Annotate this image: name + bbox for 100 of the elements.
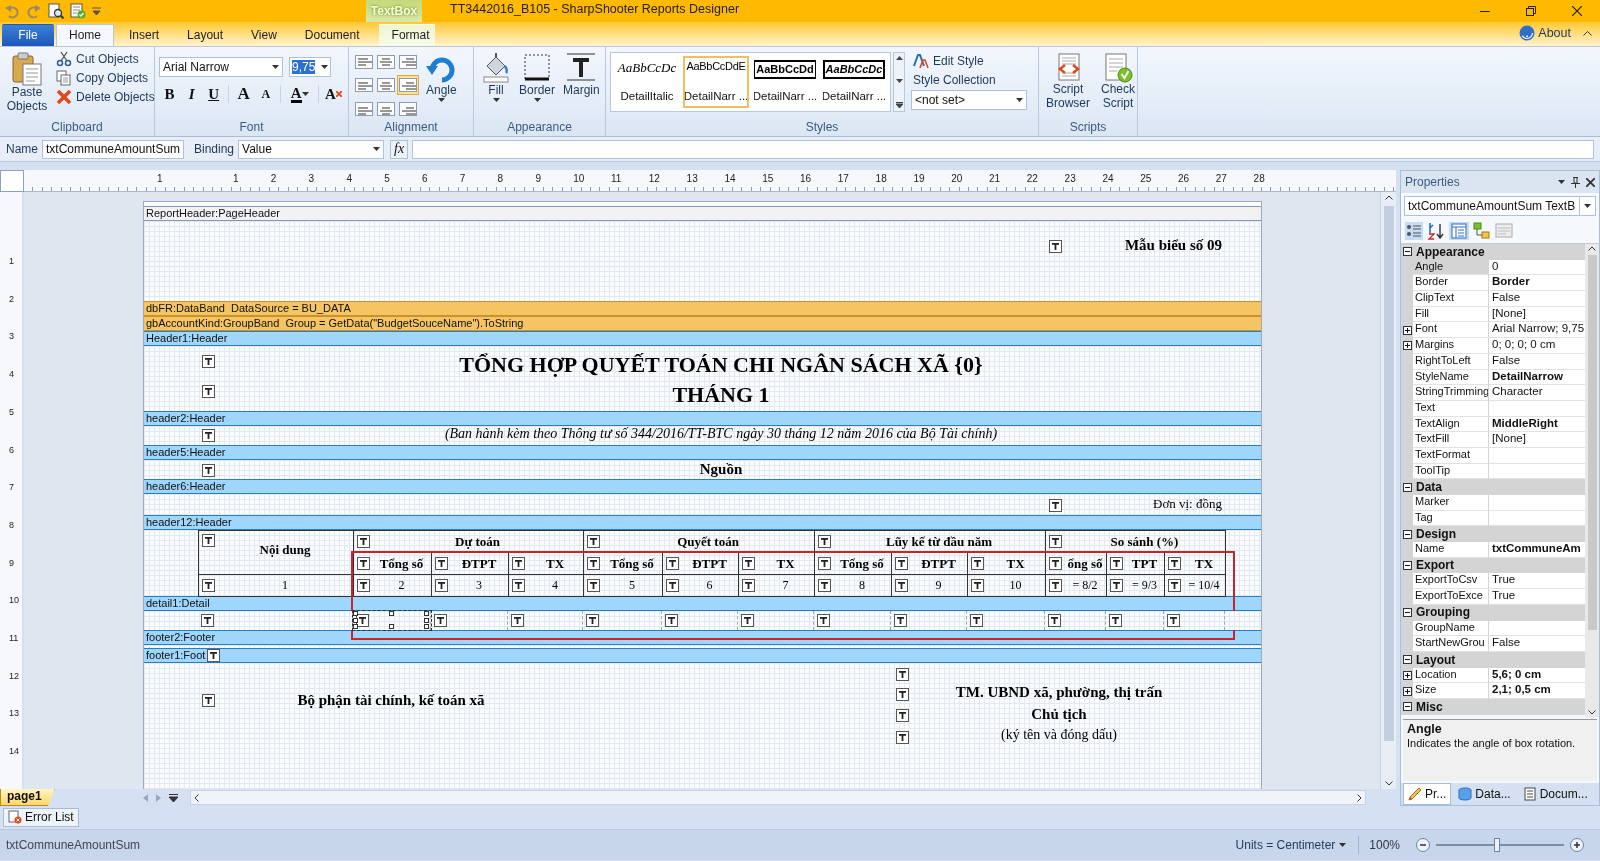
italic-button[interactable]: I <box>181 83 203 105</box>
ribbon-tab[interactable]: Document <box>291 23 373 46</box>
check-script-button[interactable]: Check Script <box>1093 50 1143 120</box>
align-button[interactable] <box>397 52 419 72</box>
property-value[interactable]: [None] <box>1489 432 1585 448</box>
formula-field[interactable] <box>412 139 1594 159</box>
detail-field[interactable] <box>353 611 431 630</box>
error-list-tab[interactable]: Error List <box>3 808 79 827</box>
ribbon-tab[interactable]: View <box>238 23 290 46</box>
collapse-icon[interactable] <box>1403 529 1412 539</box>
zoom-slider[interactable] <box>1436 840 1564 850</box>
font-size-field[interactable]: 9,75 <box>289 57 331 77</box>
binding-dropdown[interactable]: Value <box>238 139 385 159</box>
sort-alphabetical-icon[interactable] <box>1427 222 1445 240</box>
property-value[interactable]: Character <box>1489 385 1585 401</box>
cut-button[interactable]: Cut Objects <box>54 50 157 68</box>
customize-menu-icon[interactable] <box>92 7 101 15</box>
property-name[interactable]: StringTrimming <box>1413 385 1489 401</box>
property-name[interactable]: Size <box>1413 683 1489 699</box>
font-family-dropdown[interactable]: Arial Narrow <box>159 57 283 77</box>
clear-format-button[interactable]: A <box>322 83 344 105</box>
property-name[interactable]: ExportToCsv <box>1413 573 1489 590</box>
align-button[interactable] <box>397 75 419 96</box>
bold-button[interactable]: B <box>159 83 181 105</box>
collapse-icon[interactable] <box>1403 247 1412 257</box>
shrink-font-button[interactable]: A <box>255 83 277 105</box>
ribbon-tab[interactable]: Insert <box>116 23 173 46</box>
property-value[interactable]: Arial Narrow; 9,75 <box>1489 322 1585 339</box>
property-name[interactable]: Border <box>1413 275 1489 292</box>
style-collection-dropdown[interactable]: <not set> <box>911 90 1027 111</box>
grow-font-button[interactable]: A <box>233 83 255 105</box>
property-name[interactable]: StartNewGrou <box>1413 636 1489 652</box>
property-value[interactable]: False <box>1489 291 1585 307</box>
property-value[interactable]: txtCommuneAm <box>1489 542 1585 558</box>
property-name[interactable]: ExportToExce <box>1413 589 1489 605</box>
zoom-out-icon[interactable] <box>1416 838 1430 852</box>
pin-icon[interactable] <box>1571 176 1580 188</box>
script-browser-button[interactable]: Script Browser <box>1043 50 1093 120</box>
panel-tab[interactable]: Data... <box>1453 783 1516 805</box>
property-name[interactable]: Marker <box>1413 495 1489 511</box>
property-value[interactable]: True <box>1489 589 1585 605</box>
collapse-icon[interactable] <box>1403 608 1412 618</box>
vertical-scrollbar[interactable] <box>1585 244 1599 717</box>
ribbon-tab[interactable]: Home <box>56 23 114 46</box>
object-selector[interactable]: txtCommuneAmountSum TextB <box>1404 196 1596 216</box>
property-category[interactable]: Design <box>1401 526 1585 543</box>
property-category[interactable]: Appearance <box>1401 244 1585 260</box>
copy-button[interactable]: Copy Objects <box>54 69 157 87</box>
events-icon[interactable] <box>1473 222 1491 240</box>
name-field[interactable]: txtCommuneAmountSum <box>42 139 184 159</box>
fill-button[interactable]: Fill <box>478 50 514 120</box>
delete-button[interactable]: Delete Objects <box>54 88 157 106</box>
collapse-icon[interactable] <box>1403 655 1412 665</box>
scroll-down-icon[interactable] <box>895 79 903 83</box>
ribbon-tab[interactable]: Layout <box>174 23 237 46</box>
expand-icon[interactable] <box>1402 325 1412 335</box>
print-preview-icon[interactable] <box>48 3 64 19</box>
expand-icon[interactable] <box>1402 341 1412 351</box>
property-value[interactable]: 2,1; 0,5 cm <box>1489 683 1585 699</box>
border-button[interactable]: Border <box>516 50 559 120</box>
property-value[interactable]: 0; 0; 0; 0 cm <box>1489 338 1585 354</box>
panel-tab[interactable]: Pr... <box>1403 783 1452 805</box>
resize-handle[interactable] <box>389 624 394 629</box>
page-list-icon[interactable] <box>168 793 178 802</box>
property-name[interactable]: Name <box>1413 542 1489 558</box>
slider-thumb[interactable] <box>1494 838 1501 852</box>
property-category[interactable]: Data <box>1401 479 1585 495</box>
collapse-ribbon-icon[interactable] <box>1583 30 1592 36</box>
more-icon[interactable] <box>895 102 903 108</box>
property-value[interactable]: False <box>1489 636 1585 652</box>
collapse-icon[interactable] <box>1403 702 1412 712</box>
check-document-icon[interactable] <box>70 3 86 19</box>
property-name[interactable]: ClipText <box>1413 291 1489 307</box>
resize-handle[interactable] <box>389 611 394 616</box>
margin-button[interactable]: Margin <box>560 50 603 120</box>
scroll-up-icon[interactable] <box>895 56 903 60</box>
vertical-scrollbar[interactable] <box>1380 192 1396 789</box>
zoom-in-icon[interactable] <box>1570 838 1584 852</box>
edit-style-button[interactable]: Edit Style <box>911 52 1027 70</box>
panel-tab[interactable]: Docum... <box>1517 783 1593 805</box>
style-preset[interactable]: AaBbCcDdE DetailNarr ... <box>683 56 749 108</box>
property-name[interactable]: Margins <box>1413 338 1489 354</box>
align-button[interactable] <box>353 52 375 72</box>
font-color-button[interactable]: A <box>285 83 314 105</box>
formula-button[interactable]: fx <box>390 139 409 159</box>
about-button[interactable]: About <box>1513 24 1577 42</box>
expand-icon[interactable] <box>1402 686 1412 696</box>
angle-button[interactable]: Angle <box>423 50 460 120</box>
underline-button[interactable]: U <box>203 83 225 105</box>
expand-icon[interactable] <box>1402 670 1412 680</box>
property-name[interactable]: Font <box>1413 322 1489 339</box>
horizontal-scrollbar[interactable] <box>189 790 1366 805</box>
page-tab[interactable]: page1 <box>0 789 55 806</box>
property-name[interactable]: TextFill <box>1413 432 1489 448</box>
paste-button[interactable]: Paste Objects <box>4 50 50 120</box>
categorized-icon[interactable] <box>1405 222 1423 240</box>
collapse-icon[interactable] <box>1403 561 1412 571</box>
units-dropdown[interactable]: Units = Centimeter <box>1233 836 1349 854</box>
file-menu-button[interactable]: File <box>2 23 54 46</box>
align-button[interactable] <box>375 52 397 72</box>
